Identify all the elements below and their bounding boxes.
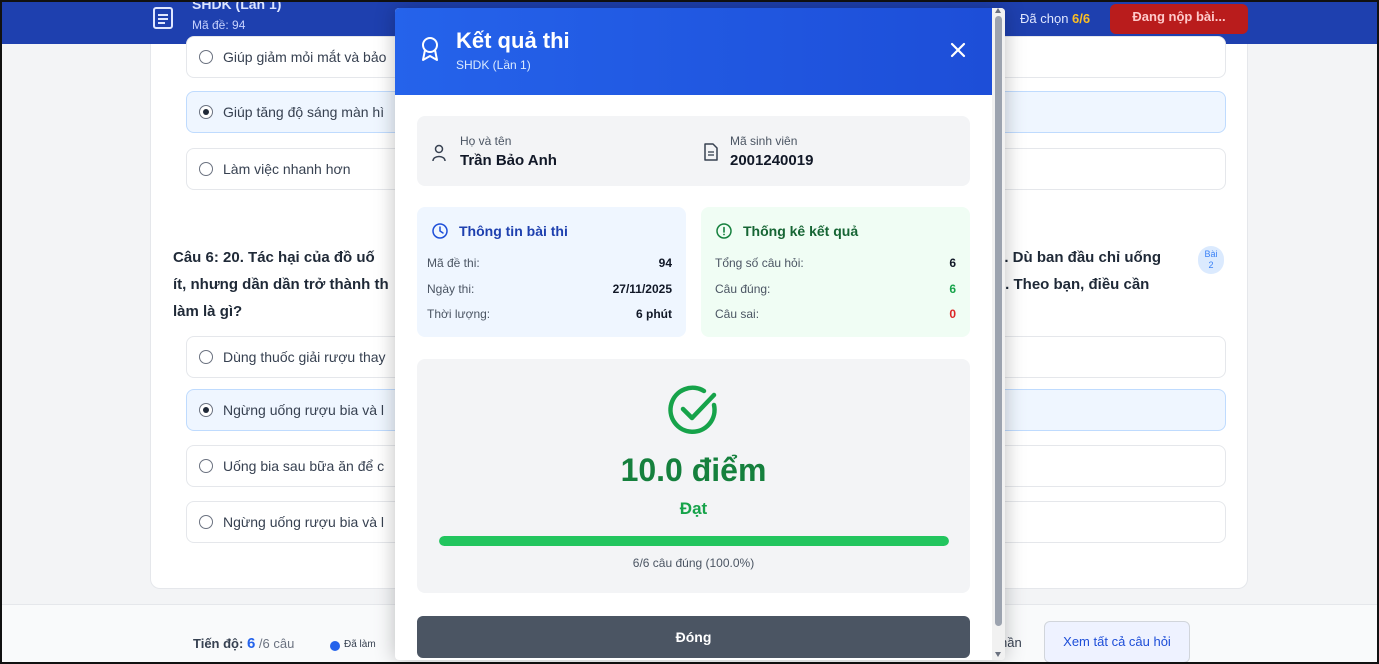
student-name-value: Trần Bảo Anh [460, 152, 557, 169]
answer-option-text: Ngừng uống rượu bia và l [223, 402, 385, 418]
result-stat-value: 6 [949, 282, 956, 296]
question-line-1-right: è. Dù ban đầu chỉ uống [996, 249, 1161, 266]
exam-info-label: Thời lượng: [427, 307, 491, 321]
score-progress-bar [439, 536, 949, 546]
section-badge-label: Bài [1204, 249, 1218, 259]
question-line-2-right: ủ. Theo bạn, điều cần [996, 276, 1150, 293]
file-text-icon [704, 143, 718, 161]
correct-summary: 6/6 câu đúng (100.0%) [632, 556, 755, 570]
modal-title: Kết quả thi [456, 28, 570, 53]
view-all-questions-button[interactable]: Xem tất cả câu hỏi [1044, 621, 1190, 663]
selected-prefix: Đã chọn [1020, 11, 1069, 26]
pass-status: Đạt [679, 499, 708, 518]
exam-info-value: 6 phút [636, 307, 672, 321]
result-stats-title: Thống kê kết quả [743, 223, 859, 239]
result-stat-label: Câu sai: [715, 307, 760, 321]
radio-button[interactable] [199, 459, 213, 473]
scroll-up-arrow-icon[interactable] [995, 8, 1001, 13]
scrollbar-thumb[interactable] [995, 16, 1002, 626]
section-badge-number: 2 [1208, 260, 1214, 270]
exam-info-title: Thông tin bài thi [459, 223, 568, 239]
progress-total: /6 câu [258, 636, 295, 651]
answer-option-text: Giúp tăng độ sáng màn hì [223, 104, 385, 120]
radio-button[interactable] [199, 105, 213, 119]
submit-button[interactable]: Đang nộp bài... [1110, 4, 1248, 34]
result-modal: Kết quả thi SHDK (Lần 1) Họ và tên Trần … [395, 8, 1005, 660]
legend-done-label: Đã làm [344, 639, 376, 650]
progress-title: Tiến độ: [193, 636, 244, 651]
selected-value: 6/6 [1072, 11, 1091, 26]
exam-info-box: Thông tin bài thi Mã đề thi: 94 Ngày thi: 2… [417, 207, 686, 337]
question-text-right: è. Dù ban đầu chỉ uống ủ. Theo bạn, điều… [996, 244, 1196, 298]
question-text: Câu 6: 20. Tác hại của đồ uố ít, nhưng d… [173, 244, 403, 325]
exam-info-value: 94 [658, 256, 672, 270]
user-icon [432, 144, 446, 162]
student-id-label: Mã sinh viên [730, 134, 798, 148]
question-line-1: Câu 6: 20. Tác hại của đồ uố [173, 249, 375, 266]
score-box: 10.0 điểm Đạt 6/6 câu đúng (100.0%) [417, 359, 970, 593]
result-stat-label: Tổng số câu hỏi: [715, 256, 804, 270]
answer-option-text: Dùng thuốc giải rượu thay [223, 349, 386, 365]
question-line-3: làm là gì? [173, 303, 243, 320]
result-stat-value: 6 [949, 256, 956, 270]
result-stats-box: Thống kê kết quả Tổng số câu hỏi: 6 Câu đú… [701, 207, 970, 337]
exam-title: SHDK (Lần 1) [192, 0, 282, 12]
clock-icon [432, 223, 448, 239]
exam-info-label: Mã đề thi: [427, 256, 480, 270]
modal-header: Kết quả thi SHDK (Lần 1) [395, 8, 992, 95]
answer-option-text: Giúp giảm mỏi mắt và bảo [223, 49, 387, 65]
student-name-label: Họ và tên [460, 134, 512, 148]
scroll-down-arrow-icon[interactable] [995, 652, 1001, 657]
progress-label: Tiến độ: 6 /6 câu [193, 635, 294, 652]
close-icon[interactable] [946, 38, 970, 62]
exam-info-value: 27/11/2025 [612, 282, 672, 296]
radio-button[interactable] [199, 350, 213, 364]
exam-code: Mã đề: 94 [192, 18, 246, 32]
check-circle-icon [668, 385, 717, 435]
modal-subtitle: SHDK (Lần 1) [456, 58, 531, 72]
answer-option-text: Làm việc nhanh hơn [223, 161, 351, 177]
legend-done-dot [330, 641, 340, 651]
modal-scrollbar[interactable] [992, 8, 1005, 660]
selected-count: Đã chọn 6/6 [1020, 11, 1090, 26]
score-progress-fill [439, 536, 949, 546]
result-stat-label: Câu đúng: [715, 282, 771, 296]
close-button[interactable]: Đóng [417, 616, 970, 658]
exam-info-label: Ngày thi: [427, 282, 475, 296]
document-icon [153, 7, 173, 29]
radio-button[interactable] [199, 403, 213, 417]
award-icon [422, 37, 438, 61]
question-line-2: ít, nhưng dần dần trở thành th [173, 276, 389, 293]
result-stat-value: 0 [949, 307, 956, 321]
answer-option-text: Uống bia sau bữa ăn để c [223, 458, 385, 474]
progress-count: 6 [246, 635, 256, 652]
section-badge: Bài 2 [1198, 246, 1224, 274]
part-button[interactable]: hần [1000, 621, 1040, 664]
radio-button[interactable] [199, 162, 213, 176]
alert-circle-icon [716, 223, 732, 239]
radio-button[interactable] [199, 50, 213, 64]
radio-button[interactable] [199, 515, 213, 529]
student-info-box: Họ và tên Trần Bảo Anh Mã sinh viên 2001… [417, 116, 970, 186]
student-id-value: 2001240019 [730, 152, 814, 169]
answer-option-text: Ngừng uống rượu bia và l [223, 514, 385, 530]
score-value: 10.0 điểm [620, 452, 767, 488]
